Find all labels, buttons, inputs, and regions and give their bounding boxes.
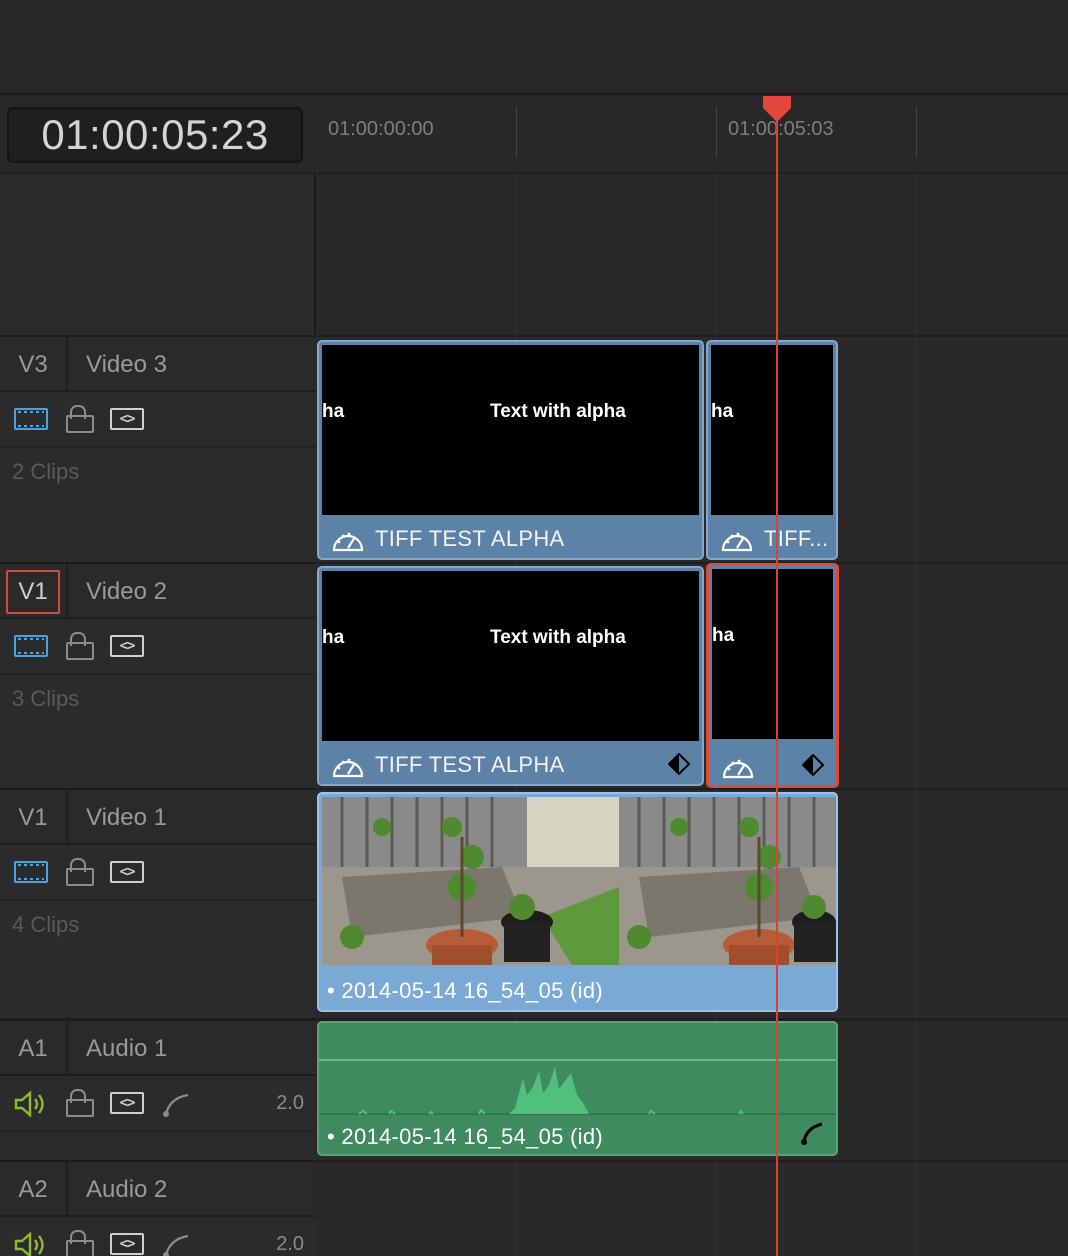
- track-name[interactable]: Video 1: [86, 790, 167, 845]
- thumbnail-text: Text with alpha: [490, 627, 626, 648]
- track-header-video-3: V3 Video 3 <> 2 Clips: [0, 335, 316, 562]
- track-header-video-1: V1 Video 1 <> 4 Clips: [0, 788, 316, 1018]
- clip-selected-short[interactable]: ha: [706, 563, 839, 788]
- ruler-timecode: 01:00:00:00: [328, 118, 434, 140]
- speaker-icon[interactable]: [12, 1231, 48, 1256]
- clip-tiff-test-alpha[interactable]: ha Text with alpha TIFF TEST ALPHA: [317, 566, 704, 786]
- clip-name: TIFF TEST ALPHA: [375, 752, 565, 777]
- auto-select-icon[interactable]: <>: [110, 861, 144, 883]
- clip-thumbnail: ha Text with alpha: [322, 571, 699, 741]
- clip-video-1[interactable]: • 2014-05-14 16_54_05 (id): [317, 792, 838, 1012]
- clip-audio-1[interactable]: • 2014-05-14 16_54_05 (id): [317, 1021, 838, 1156]
- retime-speed-icon: [721, 532, 753, 552]
- clip-thumbnail: [322, 797, 619, 965]
- track-name[interactable]: Video 3: [86, 337, 167, 392]
- track-id[interactable]: A2: [0, 1162, 68, 1217]
- track-header-video-2: V1 Video 2 <> 3 Clips: [0, 562, 316, 788]
- playhead-handle[interactable]: [761, 96, 793, 122]
- timecode-display[interactable]: 01:00:05:23: [7, 107, 303, 163]
- retime-speed-icon: [722, 759, 754, 779]
- clip-count: 3 Clips: [12, 686, 80, 711]
- clip-thumbnail: [619, 797, 836, 965]
- clip-thumbnail: ha Text with alpha: [322, 345, 699, 515]
- track-volume: 2.0: [276, 1233, 304, 1255]
- clip-thumbnail: ha: [712, 569, 833, 739]
- auto-select-icon[interactable]: <>: [110, 408, 144, 430]
- clip-name: TIFF TEST ALPHA: [375, 526, 565, 551]
- track-name[interactable]: Audio 2: [86, 1162, 167, 1217]
- auto-select-icon[interactable]: <>: [110, 635, 144, 657]
- clip-count: 2 Clips: [12, 459, 80, 484]
- track-header-audio-1: A1 Audio 1 <> 2.0: [0, 1018, 316, 1160]
- auto-select-icon[interactable]: <>: [110, 1233, 144, 1255]
- track-name[interactable]: Video 2: [86, 564, 167, 619]
- thumbnail-text: Text with alpha: [490, 401, 626, 422]
- playhead-line: [776, 110, 778, 1256]
- track-lane-audio-2[interactable]: [318, 1160, 1068, 1256]
- lock-icon[interactable]: [66, 405, 94, 433]
- clip-tiff-test-alpha[interactable]: ha Text with alpha TIFF TEST ALPHA: [317, 340, 704, 560]
- lock-icon[interactable]: [66, 858, 94, 886]
- retime-speed-icon: [332, 758, 364, 778]
- retime-speed-icon: [332, 532, 364, 552]
- track-volume: 2.0: [276, 1092, 304, 1114]
- track-controls: <> 2.0: [0, 1217, 316, 1256]
- clip-count: 4 Clips: [12, 912, 80, 937]
- track-controls: <>: [0, 619, 316, 675]
- thumbnail-text: ha: [711, 401, 734, 422]
- curve-icon[interactable]: [800, 1120, 826, 1146]
- audio-waveform: [319, 1059, 836, 1115]
- clip-name: TIFF...: [764, 526, 829, 551]
- track-id[interactable]: A1: [0, 1021, 68, 1076]
- track-controls: <>: [0, 845, 316, 901]
- destination-track-selector[interactable]: V1: [6, 569, 60, 614]
- video-track-icon[interactable]: [14, 861, 48, 883]
- video-track-icon[interactable]: [14, 408, 48, 430]
- speaker-icon[interactable]: [12, 1090, 48, 1118]
- track-header-audio-2: A2 Audio 2 <> 2.0: [0, 1160, 316, 1256]
- track-id[interactable]: V1: [0, 790, 68, 845]
- thumbnail-text: ha: [712, 625, 735, 646]
- viewer-area: [0, 0, 1068, 95]
- timecode-area: 01:00:05:23: [0, 96, 316, 174]
- track-controls: <>: [0, 392, 316, 448]
- video-track-icon[interactable]: [14, 635, 48, 657]
- auto-select-icon[interactable]: <>: [110, 1092, 144, 1114]
- track-id[interactable]: V1: [0, 564, 68, 619]
- keyframe-icon[interactable]: [802, 754, 824, 776]
- track-name[interactable]: Audio 1: [86, 1021, 167, 1076]
- track-controls: <> 2.0: [0, 1076, 316, 1132]
- curve-icon[interactable]: [162, 1090, 194, 1118]
- lock-icon[interactable]: [66, 1230, 94, 1256]
- track-id[interactable]: V3: [0, 337, 68, 392]
- thumbnail-text: ha: [322, 401, 345, 422]
- lock-icon[interactable]: [66, 1089, 94, 1117]
- lock-icon[interactable]: [66, 632, 94, 660]
- timeline-ruler[interactable]: 01:00:00:00 01:00:05:03: [318, 96, 1068, 174]
- curve-icon[interactable]: [162, 1231, 194, 1256]
- clip-tiff-short[interactable]: ha TIFF...: [706, 340, 838, 560]
- clip-thumbnail: ha: [711, 345, 833, 515]
- thumbnail-text: ha: [322, 627, 345, 648]
- keyframe-icon[interactable]: [668, 753, 690, 775]
- clip-name: • 2014-05-14 16_54_05 (id): [327, 978, 604, 1003]
- clip-name: • 2014-05-14 16_54_05 (id): [327, 1124, 604, 1149]
